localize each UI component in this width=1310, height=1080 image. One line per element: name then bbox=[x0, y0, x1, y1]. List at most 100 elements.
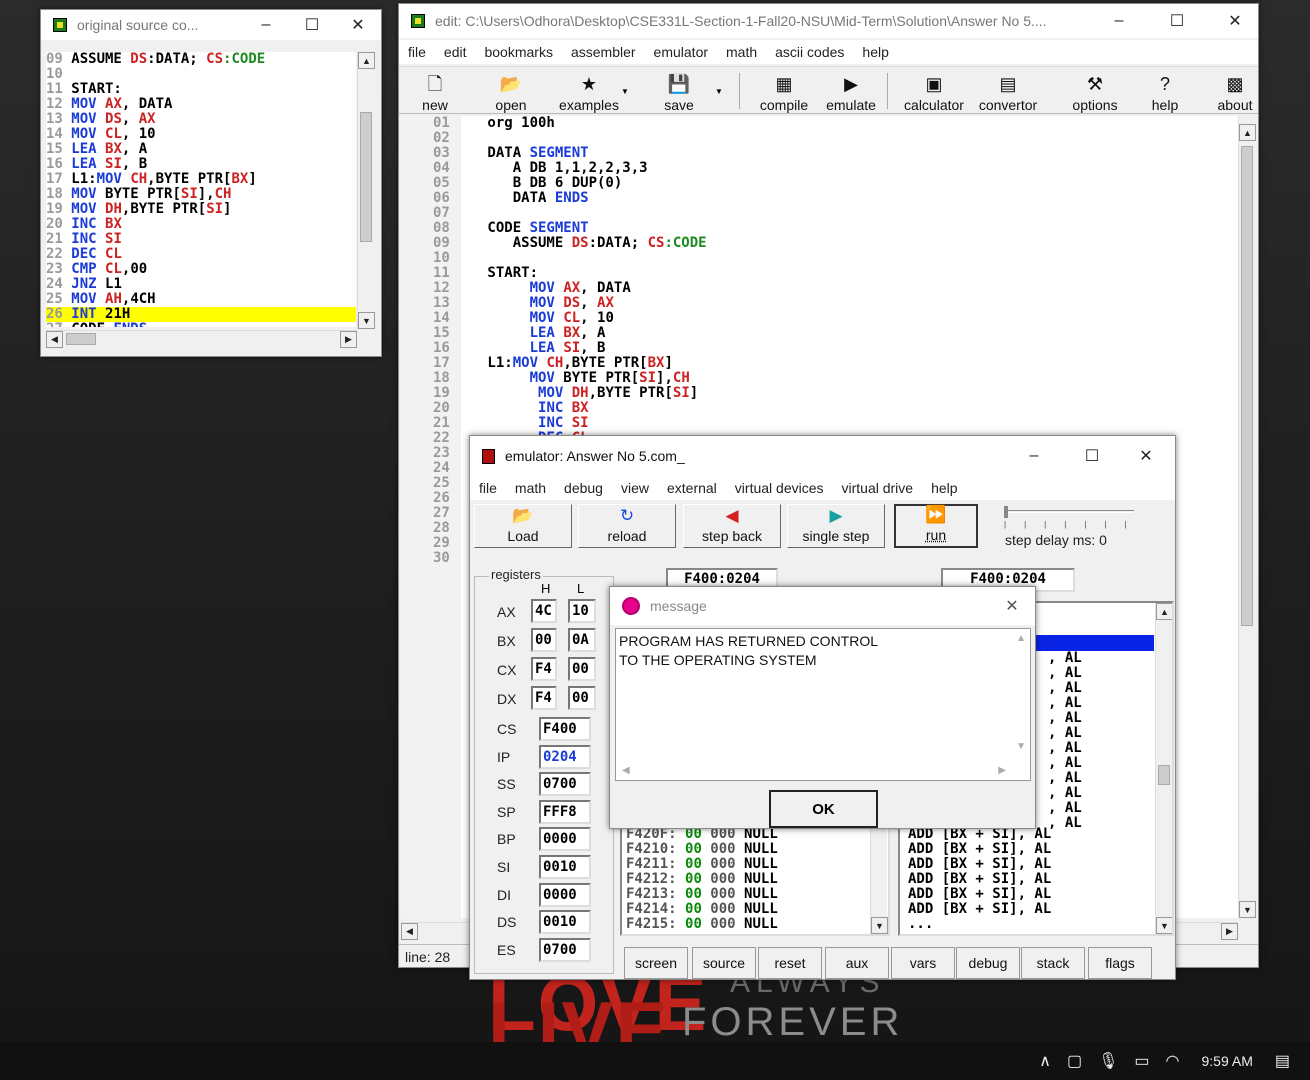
menu-file[interactable]: file bbox=[470, 480, 506, 496]
scroll-left-arrow-icon[interactable]: ◀ bbox=[46, 331, 63, 348]
scroll-up-arrow-icon[interactable]: ▲ bbox=[358, 52, 375, 69]
register-sp-value[interactable]: FFF8 bbox=[539, 799, 591, 824]
screen-button[interactable]: screen bbox=[624, 947, 688, 979]
toolbar-emulate-button[interactable]: ▶ emulate bbox=[823, 67, 879, 113]
debug-button[interactable]: debug bbox=[956, 947, 1020, 979]
toolbar-open-button[interactable]: 📂 open bbox=[487, 67, 535, 113]
run-button[interactable]: ⏩ run bbox=[894, 504, 978, 548]
toolbar-about-button[interactable]: ▩ about bbox=[1215, 67, 1255, 113]
minimize-button[interactable]: – bbox=[243, 10, 289, 40]
aux-button[interactable]: aux bbox=[825, 947, 889, 979]
wifi-icon[interactable]: ◠ bbox=[1166, 1051, 1180, 1071]
register-ax-low[interactable]: 10 bbox=[568, 599, 596, 623]
scroll-right-arrow-icon[interactable]: ▶ bbox=[340, 331, 357, 348]
menu-edit[interactable]: edit bbox=[435, 44, 476, 60]
toolbar-compile-button[interactable]: ▦ compile bbox=[751, 67, 817, 113]
toolbar-examples-button[interactable]: ★ examples bbox=[549, 67, 629, 113]
register-dx-low[interactable]: 00 bbox=[568, 686, 596, 710]
register-bx-high[interactable]: 00 bbox=[531, 628, 557, 652]
battery-icon[interactable]: ▭ bbox=[1134, 1051, 1149, 1071]
menu-bookmarks[interactable]: bookmarks bbox=[475, 44, 561, 60]
toolbar-convertor-button[interactable]: ▤ convertor bbox=[973, 67, 1043, 113]
close-button[interactable]: ✕ bbox=[335, 10, 381, 40]
register-es-value[interactable]: 0700 bbox=[539, 937, 591, 962]
menu-math[interactable]: math bbox=[506, 480, 555, 496]
scroll-down-arrow-icon[interactable]: ▼ bbox=[1239, 901, 1256, 918]
register-dx-high[interactable]: F4 bbox=[531, 686, 557, 710]
source-titlebar[interactable]: original source co... – ☐ ✕ bbox=[41, 10, 381, 40]
register-cs-value[interactable]: F400 bbox=[539, 717, 591, 741]
menu-help[interactable]: help bbox=[853, 44, 897, 60]
stack-button[interactable]: stack bbox=[1021, 947, 1085, 979]
register-ss-value[interactable]: 0700 bbox=[539, 772, 591, 797]
maximize-button[interactable]: ☐ bbox=[1154, 4, 1200, 38]
register-bp-value[interactable]: 0000 bbox=[539, 827, 591, 852]
scroll-left-arrow-icon[interactable]: ◀ bbox=[401, 923, 418, 940]
clock-time[interactable]: 9:59 AM bbox=[1202, 1053, 1253, 1069]
register-ax-high[interactable]: 4C bbox=[531, 599, 557, 623]
scroll-thumb[interactable] bbox=[360, 112, 372, 242]
register-cx-low[interactable]: 00 bbox=[568, 657, 596, 681]
register-bx-low[interactable]: 0A bbox=[568, 628, 596, 652]
register-si-value[interactable]: 0010 bbox=[539, 855, 591, 879]
editor-titlebar[interactable]: edit: C:\Users\Odhora\Desktop\CSE331L-Se… bbox=[399, 4, 1258, 38]
scroll-up-arrow-icon[interactable]: ▲ bbox=[1239, 124, 1256, 141]
register-cx-high[interactable]: F4 bbox=[531, 657, 557, 681]
close-button[interactable]: ✕ bbox=[1212, 4, 1258, 38]
scroll-down-arrow-icon[interactable]: ▼ bbox=[1156, 917, 1172, 934]
register-ds-value[interactable]: 0010 bbox=[539, 910, 591, 935]
scroll-down-arrow-icon[interactable]: ▼ bbox=[871, 917, 888, 934]
message-scroll-left-icon[interactable]: ◀ bbox=[622, 765, 630, 776]
message-scroll-up-icon[interactable]: ▲ bbox=[1016, 633, 1026, 644]
ok-button[interactable]: OK bbox=[769, 790, 878, 828]
message-titlebar[interactable]: message ✕ bbox=[610, 587, 1035, 625]
examples-dropdown-arrow-icon[interactable]: ▼ bbox=[621, 87, 629, 96]
slider-thumb[interactable] bbox=[1004, 506, 1008, 518]
scroll-up-arrow-icon[interactable]: ▲ bbox=[1156, 603, 1172, 620]
editor-vertical-scrollbar[interactable]: ▲ ▼ bbox=[1238, 116, 1256, 918]
menu-help[interactable]: help bbox=[922, 480, 966, 496]
reload-button[interactable]: ↻ reload bbox=[578, 504, 676, 548]
menu-emulator[interactable]: emulator bbox=[645, 44, 717, 60]
microphone-icon[interactable]: 🎙 bbox=[1098, 1051, 1118, 1071]
notifications-icon[interactable]: ▤ bbox=[1275, 1051, 1290, 1071]
scroll-thumb[interactable] bbox=[66, 333, 96, 345]
menu-file[interactable]: file bbox=[399, 44, 435, 60]
emulator-titlebar[interactable]: emulator: Answer No 5.com_ – ☐ ✕ bbox=[470, 436, 1175, 476]
meet-now-icon[interactable]: ▢ bbox=[1067, 1051, 1082, 1071]
close-button[interactable]: ✕ bbox=[989, 587, 1035, 625]
message-scroll-down-icon[interactable]: ▼ bbox=[1016, 741, 1026, 752]
menu-virtual-devices[interactable]: virtual devices bbox=[726, 480, 833, 496]
register-di-value[interactable]: 0000 bbox=[539, 882, 591, 907]
save-dropdown-arrow-icon[interactable]: ▼ bbox=[715, 87, 723, 96]
source-button[interactable]: source bbox=[692, 947, 756, 979]
vars-button[interactable]: vars bbox=[891, 947, 955, 979]
source-vertical-scrollbar[interactable]: ▲ ▼ bbox=[357, 52, 375, 329]
single-step-button[interactable]: ▶ single step bbox=[787, 504, 885, 548]
toolbar-help-button[interactable]: ? help bbox=[1145, 67, 1185, 113]
menu-assembler[interactable]: assembler bbox=[562, 44, 645, 60]
close-button[interactable]: ✕ bbox=[1123, 436, 1169, 476]
maximize-button[interactable]: ☐ bbox=[289, 10, 335, 40]
flags-button[interactable]: flags bbox=[1088, 947, 1152, 979]
toolbar-calculator-button[interactable]: ▣ calculator bbox=[899, 67, 969, 113]
menu-virtual-drive[interactable]: virtual drive bbox=[833, 480, 923, 496]
load-button[interactable]: 📂 Load bbox=[474, 504, 572, 548]
minimize-button[interactable]: – bbox=[1011, 436, 1057, 476]
toolbar-options-button[interactable]: ⚒ options bbox=[1067, 67, 1123, 113]
source-horizontal-scrollbar[interactable]: ◀ ▶ bbox=[46, 330, 357, 348]
menu-external[interactable]: external bbox=[658, 480, 726, 496]
show-hidden-icons-chevron-icon[interactable]: ∧ bbox=[1039, 1051, 1051, 1071]
minimize-button[interactable]: – bbox=[1096, 4, 1142, 38]
menu-debug[interactable]: debug bbox=[555, 480, 612, 496]
message-scroll-right-icon[interactable]: ▶ bbox=[998, 765, 1006, 776]
toolbar-save-button[interactable]: 💾 save bbox=[655, 67, 703, 113]
scroll-thumb[interactable] bbox=[1158, 765, 1170, 785]
step-delay-slider[interactable]: ||||||| bbox=[1004, 506, 1134, 529]
scroll-down-arrow-icon[interactable]: ▼ bbox=[358, 312, 375, 329]
menu-math[interactable]: math bbox=[717, 44, 766, 60]
reset-button[interactable]: reset bbox=[758, 947, 822, 979]
maximize-button[interactable]: ☐ bbox=[1069, 436, 1115, 476]
toolbar-new-button[interactable]: 🗋 new bbox=[411, 67, 459, 113]
source-code-area[interactable]: 09 ASSUME DS:DATA; CS:CODE 10 11 START: 12… bbox=[46, 52, 356, 327]
